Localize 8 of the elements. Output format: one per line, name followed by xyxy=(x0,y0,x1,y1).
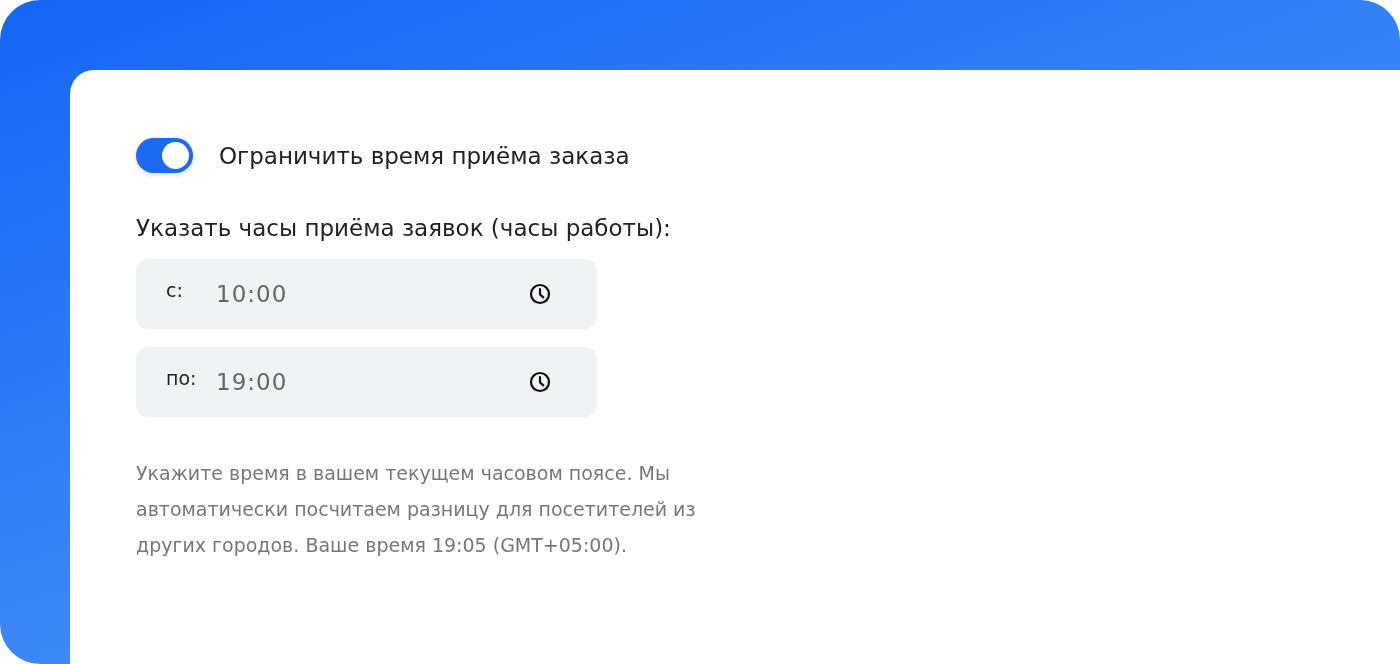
section-heading: Указать часы приёма заявок (часы работы): xyxy=(136,215,672,241)
toggle-label: Ограничить время приёма заказа xyxy=(219,142,630,169)
time-field[interactable]: с: 10:00 xyxy=(136,259,597,329)
time-field[interactable]: по: 19:00 xyxy=(136,347,597,417)
hint-text: Укажите время в вашем текущем часовом поясе. Мы автоматически посчитаем разницу для посетителей из других городов. Ваше время 19:05 (GMT+05:00). xyxy=(136,461,696,558)
toggle-switch[interactable] xyxy=(136,138,193,173)
clock-icon xyxy=(529,371,551,393)
clock-icon xyxy=(529,283,551,305)
